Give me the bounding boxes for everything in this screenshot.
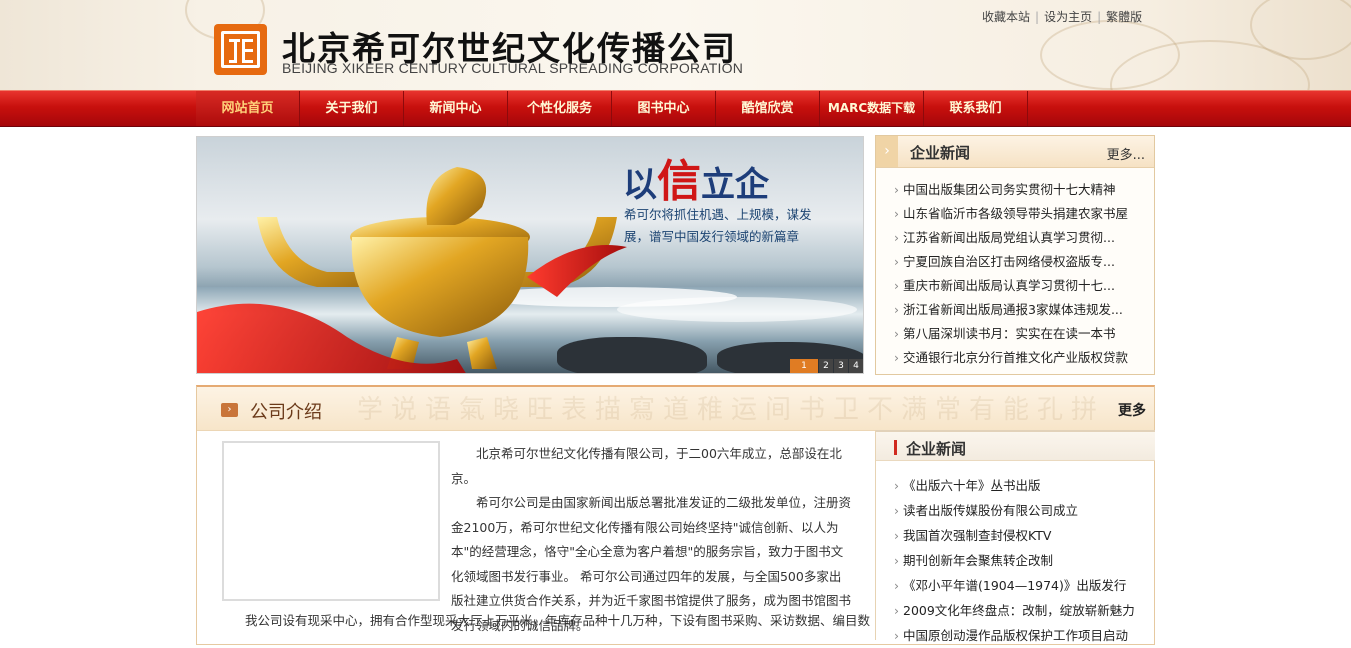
news-item[interactable]: 交通银行北京分行首推文化产业版权贷款 xyxy=(894,346,1154,370)
news-item[interactable]: 宁夏回族自治区打击网络侵权盗版专... xyxy=(894,250,1154,274)
nav-item-gallery[interactable]: 酷馆欣赏 xyxy=(716,91,820,126)
news-item[interactable]: 浙江省新闻出版局通报3家媒体违规发... xyxy=(894,298,1154,322)
news-item[interactable]: 重庆市新闻出版局认真学习贯彻十七... xyxy=(894,274,1154,298)
news-list: 《出版六十年》丛书出版 读者出版传媒股份有限公司成立 我国首次强制查封侵权KTV… xyxy=(876,461,1155,648)
company-logo-icon[interactable] xyxy=(214,24,267,75)
banner-page-2[interactable]: 2 xyxy=(819,359,833,373)
banner-page-3[interactable]: 3 xyxy=(834,359,848,373)
banner-pager: 1 2 3 4 xyxy=(789,359,863,373)
news-box-title: 企业新闻 xyxy=(910,144,971,162)
site-header: 北京希可尔世纪文化传播公司 BEIJING XIKEER CENTURY CUL… xyxy=(0,0,1351,90)
news-item[interactable]: 《邓小平年谱(1904—1974)》出版发行 xyxy=(894,573,1155,598)
intro-paragraph: 北京希可尔世纪文化传播有限公司，于二00六年成立，总部设在北京。 xyxy=(451,446,842,486)
intro-header: 学说语氣晓旺表描寫道稚运间书卫不满常有能孔拼 › 公司介绍 更多 xyxy=(197,387,1154,431)
link-separator: | xyxy=(1097,10,1102,24)
hero-banner[interactable]: 以信立企 希可尔将抓住机遇、上规模，谋发展，谱写中国发行领域的新篇章 1 2 3… xyxy=(196,136,864,374)
top-links: 收藏本站 | 设为主页 | 繁體版 xyxy=(982,8,1142,25)
arrow-right-icon: › xyxy=(221,403,238,417)
link-separator: | xyxy=(1035,10,1040,24)
intro-title: 公司介绍 xyxy=(250,402,322,423)
news-item[interactable]: 第八届深圳读书月：实实在在读一本书 xyxy=(894,322,1154,346)
news-item[interactable]: 读者出版传媒股份有限公司成立 xyxy=(894,498,1155,523)
news-item[interactable]: 我国首次强制查封侵权KTV xyxy=(894,523,1155,548)
banner-page-4[interactable]: 4 xyxy=(849,359,863,373)
news-item[interactable]: 中国原创动漫作品版权保护工作项目启动 xyxy=(894,623,1155,648)
calligraphy-background: 学说语氣晓旺表描寫道稚运间书卫不满常有能孔拼 xyxy=(357,395,1106,425)
nav-item-news[interactable]: 新闻中心 xyxy=(404,91,508,126)
news-item[interactable]: 2009文化年终盘点：改制，绽放崭新魅力 xyxy=(894,598,1155,623)
intro-more-link[interactable]: 更多 xyxy=(1118,400,1146,420)
nav-item-contact[interactable]: 联系我们 xyxy=(924,91,1028,126)
nav-item-about[interactable]: 关于我们 xyxy=(300,91,404,126)
banner-page-1[interactable]: 1 xyxy=(790,359,818,373)
enterprise-news-box: › 企业新闻 更多... 中国出版集团公司务实贯彻十七大精神 山东省临沂市各级领… xyxy=(875,135,1155,375)
news-box-header: 企业新闻 xyxy=(876,430,1155,461)
chevron-right-icon: › xyxy=(876,136,898,167)
nav-item-services[interactable]: 个性化服务 xyxy=(508,91,612,126)
title-marker xyxy=(894,440,897,455)
news-item[interactable]: 江苏省新闻出版局党组认真学习贯彻... xyxy=(894,226,1154,250)
intro-paragraph: 我公司设有现采中心，拥有合作型现采大厅上万平米，年库存品种十几万种，下设有图书采… xyxy=(245,613,871,628)
nav-item-marc-download[interactable]: MARC数据下载 xyxy=(820,91,924,126)
company-photo xyxy=(222,441,440,601)
set-homepage-link[interactable]: 设为主页 xyxy=(1044,10,1092,24)
enterprise-news-box-2: 企业新闻 《出版六十年》丛书出版 读者出版传媒股份有限公司成立 我国首次强制查封… xyxy=(875,430,1155,643)
news-item[interactable]: 期刊创新年会聚焦转企改制 xyxy=(894,548,1155,573)
news-box-title: 企业新闻 xyxy=(906,440,967,458)
news-item[interactable]: 山东省临沂市各级领导带头捐建农家书屋 xyxy=(894,202,1154,226)
traditional-chinese-link[interactable]: 繁體版 xyxy=(1106,10,1142,24)
main-nav: 网站首页 关于我们 新闻中心 个性化服务 图书中心 酷馆欣赏 MARC数据下载 … xyxy=(0,90,1351,127)
news-box-header: › 企业新闻 更多... xyxy=(876,136,1154,168)
nav-item-books[interactable]: 图书中心 xyxy=(612,91,716,126)
banner-subtitle: 希可尔将抓住机遇、上规模，谋发展，谱写中国发行领域的新篇章 xyxy=(624,207,812,244)
news-list: 中国出版集团公司务实贯彻十七大精神 山东省临沂市各级领导带头捐建农家书屋 江苏省… xyxy=(876,168,1154,370)
more-link[interactable]: 更多... xyxy=(1107,144,1145,163)
banner-slogan: 以信立企 xyxy=(623,156,769,207)
news-item[interactable]: 《出版六十年》丛书出版 xyxy=(894,473,1155,498)
bookmark-link[interactable]: 收藏本站 xyxy=(982,10,1030,24)
nav-item-home[interactable]: 网站首页 xyxy=(196,91,300,126)
news-item[interactable]: 中国出版集团公司务实贯彻十七大精神 xyxy=(894,178,1154,202)
company-name-en: BEIJING XIKEER CENTURY CULTURAL SPREADIN… xyxy=(282,60,744,76)
